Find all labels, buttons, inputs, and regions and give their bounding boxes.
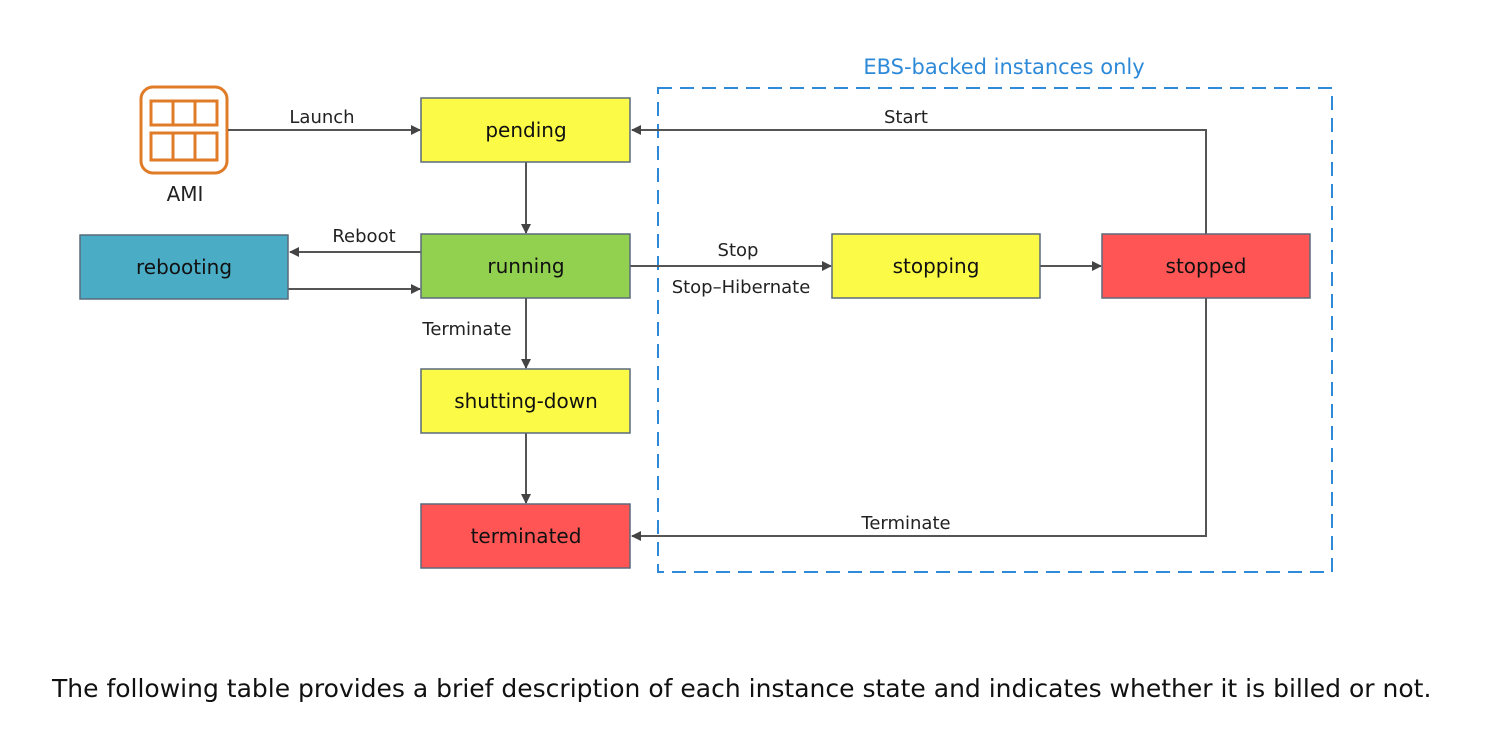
node-rebooting: rebooting (79, 234, 289, 300)
ami-grid-icon (139, 85, 229, 175)
ami-label: AMI (167, 182, 204, 206)
ebs-region-label: EBS-backed instances only (863, 55, 1144, 79)
svg-text:shutting-down: shutting-down (454, 389, 598, 413)
label-terminate-running: Terminate (421, 319, 511, 340)
label-terminate-stopped: Terminate (860, 513, 950, 534)
svg-text:running: running (487, 254, 564, 278)
node-terminated: terminated (420, 503, 631, 569)
svg-text:stopped: stopped (1166, 254, 1247, 278)
edge-terminate-stopped (631, 298, 1207, 541)
svg-text:stopping: stopping (893, 254, 980, 278)
label-launch: Launch (289, 107, 354, 128)
edges (228, 125, 1207, 541)
ebs-region-box (657, 87, 1333, 573)
label-start: Start (884, 107, 928, 128)
edge-start (631, 125, 1207, 234)
svg-text:rebooting: rebooting (136, 255, 232, 279)
caption-text: The following table provides a brief des… (52, 674, 1432, 703)
node-running: running (420, 233, 631, 299)
svg-text:terminated: terminated (471, 524, 582, 548)
node-stopping: stopping (831, 233, 1041, 299)
node-stopped: stopped (1101, 233, 1311, 299)
svg-text:pending: pending (485, 118, 566, 142)
node-pending: pending (420, 97, 631, 163)
label-stop: Stop (718, 240, 759, 261)
instance-lifecycle-diagram: EBS-backed instances only AMI Launch Sta… (79, 55, 1333, 573)
label-reboot: Reboot (332, 226, 395, 247)
node-shutting-down: shutting-down (420, 368, 631, 434)
label-stop-hibernate: Stop–Hibernate (672, 277, 811, 298)
